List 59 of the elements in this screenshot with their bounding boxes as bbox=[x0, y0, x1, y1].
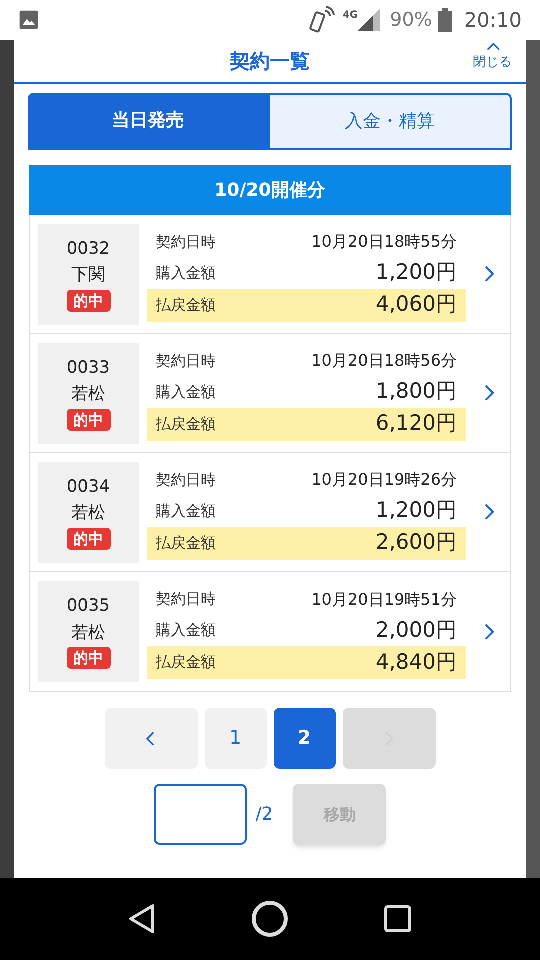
phone-vibrate-icon bbox=[306, 5, 337, 35]
page-total: /2 bbox=[256, 803, 274, 827]
tab[interactable]: 当日発売 bbox=[28, 93, 268, 148]
field-label: 契約日時 bbox=[156, 470, 216, 491]
field-value: 10月20日19時26分 bbox=[312, 469, 457, 491]
field-value: 4,060円 bbox=[376, 291, 457, 318]
network-type: 4G bbox=[342, 9, 358, 23]
field-value: 10月20日18時55分 bbox=[312, 231, 457, 253]
result-badge: 的中 bbox=[66, 290, 110, 312]
page-button[interactable]: 1 bbox=[204, 708, 266, 769]
field-value: 6,120円 bbox=[376, 410, 457, 438]
field-label: 購入金額 bbox=[156, 500, 216, 522]
field-value: 2,600円 bbox=[376, 529, 457, 556]
battery-icon bbox=[438, 8, 452, 32]
field-label: 契約日時 bbox=[156, 589, 216, 610]
contract-row[interactable]: 0034 若松 的中 契約日時 10月20日19時26分 購入金額 1,200円 払戻金額 2,600円 bbox=[30, 453, 510, 572]
field-label: 購入金額 bbox=[156, 382, 216, 403]
field-value: 2,000円 bbox=[376, 616, 457, 644]
race-number: 0033 bbox=[66, 356, 110, 380]
dialog-title: 契約一覧 bbox=[230, 48, 310, 75]
race-number: 0035 bbox=[66, 595, 110, 618]
clock: 20:10 bbox=[464, 7, 522, 34]
field-label: 購入金額 bbox=[156, 620, 216, 642]
field-label: 払戻金額 bbox=[156, 652, 216, 674]
section-header: 10/20開催分 bbox=[29, 165, 511, 215]
venue: 若松 bbox=[72, 622, 106, 644]
field-value: 10月20日18時56分 bbox=[312, 350, 457, 372]
result-badge: 的中 bbox=[66, 528, 110, 550]
contract-row[interactable]: 0033 若松 的中 契約日時 10月20日18時56分 購入金額 1,800円 払戻金額 6,120円 bbox=[30, 334, 510, 453]
field-label: 払戻金額 bbox=[156, 414, 216, 435]
field-value: 4,840円 bbox=[376, 648, 457, 676]
home-icon[interactable] bbox=[252, 901, 288, 937]
result-badge: 的中 bbox=[66, 408, 110, 430]
recents-icon[interactable] bbox=[384, 905, 412, 933]
image-icon bbox=[18, 9, 40, 31]
result-badge: 的中 bbox=[66, 647, 110, 669]
page-button[interactable]: 2 bbox=[274, 708, 336, 769]
field-value: 10月20日19時51分 bbox=[312, 588, 457, 610]
field-label: 契約日時 bbox=[156, 350, 216, 372]
race-number: 0032 bbox=[66, 238, 110, 260]
venue: 若松 bbox=[72, 502, 106, 525]
close-button[interactable]: 閉じる bbox=[473, 40, 512, 69]
tab[interactable]: 入金・精算 bbox=[268, 93, 512, 148]
field-label: 払戻金額 bbox=[156, 532, 216, 554]
field-label: 購入金額 bbox=[156, 262, 216, 284]
field-value: 1,800円 bbox=[376, 378, 457, 406]
field-label: 契約日時 bbox=[156, 232, 216, 253]
page-number-field[interactable] bbox=[154, 784, 247, 845]
field-label: 払戻金額 bbox=[156, 294, 216, 316]
battery-percent: 90% bbox=[390, 8, 432, 33]
venue: 下関 bbox=[72, 264, 106, 287]
race-number: 0034 bbox=[66, 476, 110, 498]
contract-row[interactable]: 0032 下関 的中 契約日時 10月20日18時55分 購入金額 1,200円 払戻金額 4,060円 bbox=[30, 215, 510, 334]
back-icon[interactable] bbox=[128, 903, 156, 935]
venue: 若松 bbox=[72, 383, 106, 406]
field-value: 1,200円 bbox=[376, 259, 457, 286]
field-value: 1,200円 bbox=[376, 497, 457, 524]
contract-row[interactable]: 0035 若松 的中 契約日時 10月20日19時51分 購入金額 2,000円 払戻金額 4,840円 bbox=[30, 572, 510, 691]
signal-icon bbox=[358, 9, 380, 31]
